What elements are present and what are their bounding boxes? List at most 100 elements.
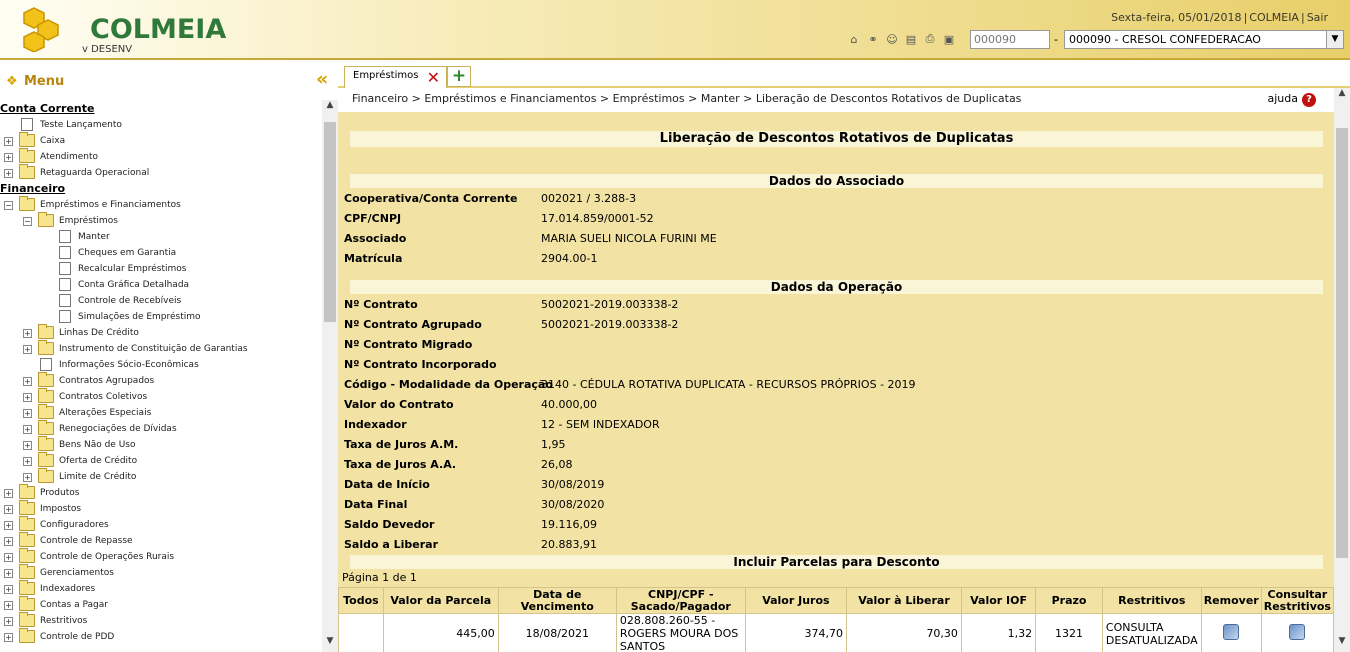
expand-icon[interactable]: + — [4, 137, 13, 146]
menu-item[interactable]: Simulações de Empréstimo — [0, 309, 322, 325]
menu-item[interactable]: − Empréstimos — [0, 212, 322, 229]
collapse-menu-icon[interactable]: « — [316, 68, 328, 90]
menu-item[interactable]: + Atendimento — [0, 148, 322, 165]
expand-icon[interactable]: + — [23, 473, 32, 482]
add-tab-button[interactable]: + — [447, 66, 471, 87]
folder-icon — [19, 484, 35, 499]
expand-icon[interactable]: + — [4, 505, 13, 514]
expand-icon[interactable]: + — [23, 425, 32, 434]
menu-item[interactable]: + Controle de Operações Rurais — [0, 548, 322, 565]
menu-item[interactable]: Recalcular Empréstimos — [0, 261, 322, 277]
menu-item[interactable]: + Limite de Crédito — [0, 468, 322, 485]
section-title-parcelas: Incluir Parcelas para Desconto — [350, 555, 1323, 569]
menu-section[interactable]: Conta Corrente — [0, 101, 322, 117]
expand-icon[interactable]: + — [4, 569, 13, 578]
menu-item[interactable]: + Gerenciamentos — [0, 564, 322, 581]
menu-item[interactable]: + Caixa — [0, 132, 322, 149]
scroll-down-icon[interactable]: ▼ — [322, 636, 338, 652]
expand-icon[interactable]: + — [4, 153, 13, 162]
menu-item[interactable]: + Retaguarda Operacional — [0, 164, 322, 181]
tab-bar: Empréstimos ✕ + — [338, 60, 1350, 88]
menu-item[interactable]: + Contratos Coletivos — [0, 388, 322, 405]
expand-icon[interactable]: + — [23, 393, 32, 402]
consult-restrictions-icon[interactable] — [1289, 624, 1306, 640]
field-label: Nº Contrato Migrado — [344, 338, 473, 351]
menu-item[interactable]: + Instrumento de Constituição de Garantia… — [0, 340, 322, 357]
menu-item[interactable]: + Linhas De Crédito — [0, 324, 322, 341]
link-icon[interactable]: ⚭ — [865, 31, 881, 47]
menu-item[interactable]: + Restritivos — [0, 612, 322, 629]
menu-item[interactable]: + Oferta de Crédito — [0, 452, 322, 469]
menu-item[interactable]: + Impostos — [0, 500, 322, 517]
menu-item[interactable]: + Controle de PDD — [0, 628, 322, 645]
menu-section[interactable]: Financeiro — [0, 181, 322, 197]
logout-link[interactable]: Sair — [1307, 11, 1328, 24]
sidebar-scrollbar[interactable]: ▲ ▼ — [322, 100, 338, 652]
main-scrollbar[interactable]: ▲ ▼ — [1334, 88, 1350, 652]
expand-icon[interactable]: + — [4, 553, 13, 562]
menu-item[interactable]: Manter — [0, 229, 322, 245]
scroll-up-icon[interactable]: ▲ — [1334, 88, 1350, 104]
menu-item-label: Caixa — [40, 136, 66, 146]
cooperative-select[interactable]: 000090 - CRESOL CONFEDERACAO ▼ — [1064, 30, 1344, 49]
column-header: Valor IOF — [960, 587, 1037, 614]
menu-item[interactable]: Cheques em Garantia — [0, 245, 322, 261]
expand-icon[interactable]: + — [23, 457, 32, 466]
computer-icon[interactable]: ▣ — [941, 31, 957, 47]
expand-icon[interactable]: + — [23, 441, 32, 450]
logo-text: COLMEIA — [90, 14, 227, 45]
help-link[interactable]: ajuda? — [1268, 92, 1316, 107]
expand-icon[interactable]: + — [23, 345, 32, 354]
menu-item[interactable]: Controle de Recebíveis — [0, 293, 322, 309]
field-label: Data de Início — [344, 478, 430, 491]
home-icon[interactable]: ⌂ — [846, 31, 862, 47]
menu-item[interactable]: Informações Sócio-Econômicas — [0, 357, 322, 373]
menu-item[interactable]: + Renegociações de Dívidas — [0, 420, 322, 437]
print-icon[interactable]: ⎙ — [922, 31, 938, 47]
menu-item-label: Linhas De Crédito — [59, 328, 139, 338]
expand-icon[interactable]: + — [23, 377, 32, 386]
expand-icon[interactable]: + — [4, 617, 13, 626]
tab-emprestimos[interactable]: Empréstimos ✕ — [344, 66, 447, 88]
collapse-icon[interactable]: − — [23, 217, 32, 226]
expand-icon[interactable]: + — [4, 489, 13, 498]
select-row-cell[interactable] — [338, 613, 384, 652]
collapse-icon[interactable]: − — [4, 201, 13, 210]
menu-item[interactable]: + Configuradores — [0, 516, 322, 533]
expand-icon[interactable]: + — [23, 329, 32, 338]
expand-icon[interactable]: + — [4, 601, 13, 610]
expand-icon[interactable]: + — [4, 521, 13, 530]
expand-icon[interactable]: + — [4, 585, 13, 594]
chevron-down-icon[interactable]: ▼ — [1326, 31, 1343, 48]
cell-sacado: 028.808.260-55 - ROGERS MOURA DOS SANTOS — [615, 613, 746, 652]
menu-item[interactable]: Conta Gráfica Detalhada — [0, 277, 322, 293]
user-icon[interactable]: ☺ — [884, 31, 900, 47]
menu-item[interactable]: + Controle de Repasse — [0, 532, 322, 549]
scroll-up-icon[interactable]: ▲ — [322, 100, 338, 116]
expand-icon[interactable]: + — [4, 537, 13, 546]
expand-icon[interactable]: + — [23, 409, 32, 418]
scroll-thumb[interactable] — [1336, 128, 1348, 558]
field-label: Associado — [344, 232, 407, 245]
menu-item-label: Alterações Especiais — [59, 408, 152, 418]
menu-item[interactable]: + Alterações Especiais — [0, 404, 322, 421]
menu-item[interactable]: + Indexadores — [0, 580, 322, 597]
menu-item[interactable]: + Bens Não de Uso — [0, 436, 322, 453]
expand-icon[interactable]: + — [4, 169, 13, 178]
scroll-thumb[interactable] — [324, 122, 336, 322]
menu-item[interactable]: + Contratos Agrupados — [0, 372, 322, 389]
help-icon[interactable]: ? — [1302, 93, 1316, 107]
cooperative-code-input[interactable]: 000090 — [970, 30, 1050, 49]
menu-item[interactable]: − Empréstimos e Financiamentos — [0, 196, 322, 213]
scroll-down-icon[interactable]: ▼ — [1334, 636, 1350, 652]
field-value: 12 - SEM INDEXADOR — [541, 418, 660, 431]
expand-icon[interactable]: + — [4, 633, 13, 642]
menu-item[interactable]: Teste Lançamento — [0, 117, 322, 133]
remove-icon[interactable] — [1223, 624, 1240, 640]
close-tab-icon[interactable]: ✕ — [427, 68, 440, 87]
cooperative-select-value: 000090 - CRESOL CONFEDERACAO — [1069, 33, 1261, 46]
menu-item[interactable]: + Produtos — [0, 484, 322, 501]
menu-icon: ❖ — [6, 74, 18, 89]
menu-item[interactable]: + Contas a Pagar — [0, 596, 322, 613]
calculator-icon[interactable]: ▤ — [903, 31, 919, 47]
